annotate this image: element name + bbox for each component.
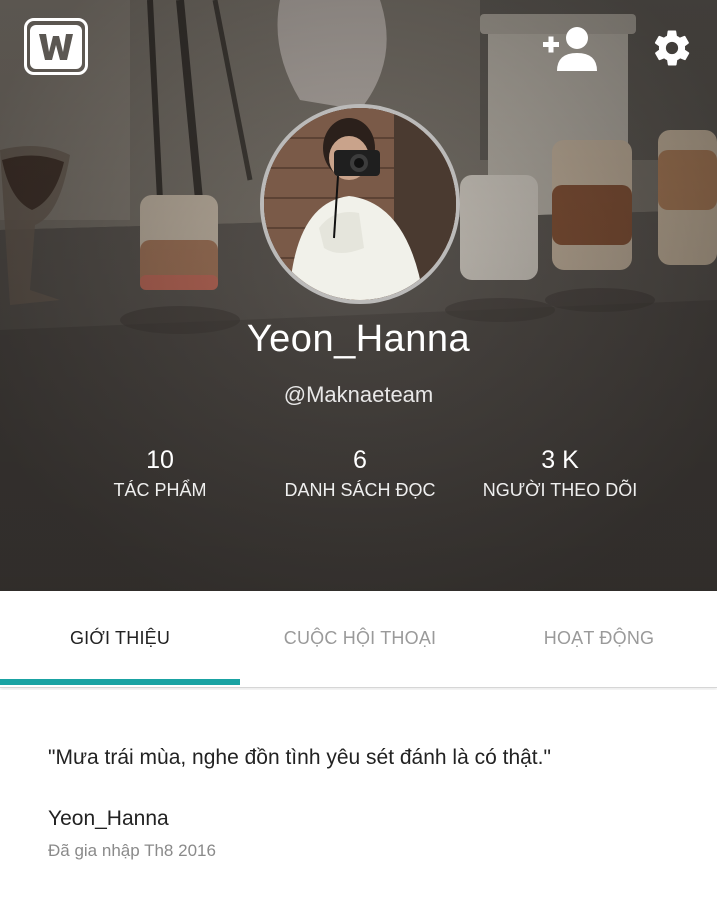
tab-about[interactable]: GIỚI THIỆU <box>0 591 240 685</box>
stat-works-label: TÁC PHẨM <box>113 480 207 500</box>
stat-followers-value: 3 K <box>541 446 579 474</box>
stat-reading-lists[interactable]: 6 DANH SÁCH ĐỌC <box>260 444 460 501</box>
profile-display-name: Yeon_Hanna <box>246 318 471 360</box>
settings-button[interactable] <box>643 22 701 74</box>
active-tab-indicator <box>0 679 240 685</box>
avatar-photo <box>264 108 456 300</box>
profile-tabs: GIỚI THIỆU CUỘC HỘI THOẠI HOẠT ĐỘNG <box>0 591 717 688</box>
about-user-name[interactable]: Yeon_Hanna <box>48 807 169 831</box>
profile-bio-quote: "Mưa trái mùa, nghe đồn tình yêu sét đán… <box>48 746 551 769</box>
stat-followers[interactable]: 3 K NGƯỜI THEO DÕI <box>460 444 660 501</box>
joined-date: Đã gia nhập Th8 2016 <box>48 841 216 860</box>
gear-icon <box>654 30 690 66</box>
profile-stats: 10 TÁC PHẨM 6 DANH SÁCH ĐỌC 3 K NGƯỜI TH… <box>0 444 717 514</box>
add-person-icon <box>543 27 597 71</box>
stat-followers-label: NGƯỜI THEO DÕI <box>482 480 638 500</box>
stat-works[interactable]: 10 TÁC PHẨM <box>60 444 260 501</box>
stat-reading-lists-value: 6 <box>353 446 367 474</box>
tab-activity[interactable]: HOẠT ĐỘNG <box>479 591 717 685</box>
avatar[interactable] <box>260 104 460 304</box>
about-section: "Mưa trái mùa, nghe đồn tình yêu sét đán… <box>0 690 717 912</box>
add-friend-button[interactable] <box>541 22 599 74</box>
wattpad-logo[interactable] <box>24 18 88 75</box>
wattpad-logo-icon <box>30 24 82 69</box>
profile-handle: @Maknaeteam <box>283 382 434 407</box>
stat-works-value: 10 <box>146 446 174 474</box>
tab-conversations[interactable]: CUỘC HỘI THOẠI <box>240 591 480 685</box>
stat-reading-lists-label: DANH SÁCH ĐỌC <box>284 480 436 500</box>
